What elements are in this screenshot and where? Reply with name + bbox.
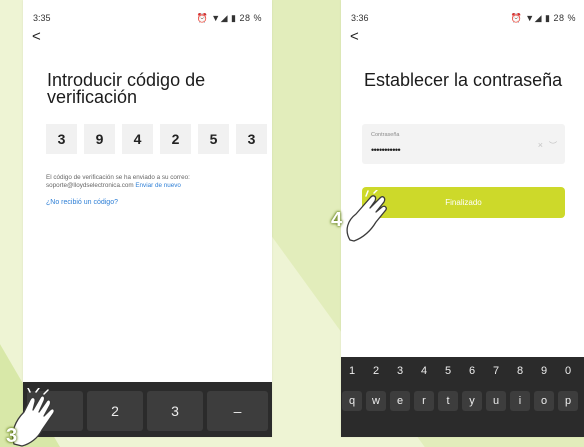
key-2[interactable]: 2: [366, 365, 386, 377]
password-field[interactable]: Contraseña ••••••••••• × ︶: [362, 124, 565, 164]
keyboard: 1 2 3 4 5 6 7 8 9 0 q w e r t y u i o p: [341, 357, 584, 437]
key-u[interactable]: u: [486, 391, 506, 411]
key-9[interactable]: 9: [534, 365, 554, 377]
code-digit-4[interactable]: 2: [160, 124, 191, 154]
key-t[interactable]: t: [438, 391, 458, 411]
status-bar: 3:36 ⏰ ▼◢ ▮ 28 %: [351, 13, 576, 25]
step-4-badge: 4: [331, 209, 343, 231]
key-0[interactable]: 0: [558, 365, 578, 377]
key-p[interactable]: p: [558, 391, 578, 411]
password-input[interactable]: •••••••••••: [371, 145, 401, 155]
code-sent-message: El código de verificación se ha enviado …: [46, 174, 268, 190]
phone-screen-verification: 3:35 ⏰ ▼◢ ▮ 28 % < Introducir código de …: [23, 0, 272, 437]
status-icons: ⏰ ▼◢ ▮ 28 %: [510, 13, 576, 23]
key-1[interactable]: 1: [342, 365, 362, 377]
page-title: Establecer la contraseña: [364, 70, 563, 90]
key-8[interactable]: 8: [510, 365, 530, 377]
key-r[interactable]: r: [414, 391, 434, 411]
key-w[interactable]: w: [366, 391, 386, 411]
code-digit-2[interactable]: 9: [84, 124, 115, 154]
step-3-badge: 3: [6, 425, 18, 447]
status-time: 3:35: [33, 13, 51, 23]
back-chevron-icon[interactable]: <: [32, 29, 41, 44]
key-y[interactable]: y: [462, 391, 482, 411]
key-3[interactable]: 3: [390, 365, 410, 377]
clear-icon[interactable]: ×: [538, 140, 543, 150]
key-q[interactable]: q: [342, 391, 362, 411]
sent-email-line: soporte@lloydselectronica.com Enviar de …: [46, 182, 268, 190]
key-4[interactable]: 4: [414, 365, 434, 377]
not-received-link[interactable]: ¿No recibió un código?: [46, 199, 118, 206]
status-icons: ⏰ ▼◢ ▮ 28 %: [196, 13, 262, 23]
key-7[interactable]: 7: [486, 365, 506, 377]
page-title: Introducir código de verificación: [47, 70, 206, 107]
eye-icon[interactable]: ︶: [549, 140, 557, 151]
key-5[interactable]: 5: [438, 365, 458, 377]
keypad-key-3[interactable]: 3: [147, 391, 203, 431]
verification-code-input[interactable]: 3 9 4 2 5 3: [46, 124, 268, 154]
keypad-key-2[interactable]: 2: [87, 391, 143, 431]
password-label: Contraseña: [371, 132, 400, 138]
finish-button[interactable]: Finalizado: [362, 187, 565, 218]
keypad-key-minus[interactable]: –: [207, 391, 268, 431]
key-i[interactable]: i: [510, 391, 530, 411]
code-digit-1[interactable]: 3: [46, 124, 77, 154]
code-digit-5[interactable]: 5: [198, 124, 229, 154]
sent-email: soporte@lloydselectronica.com: [46, 182, 134, 189]
back-chevron-icon[interactable]: <: [350, 29, 359, 44]
sent-line: El código de verificación se ha enviado …: [46, 174, 190, 181]
key-e[interactable]: e: [390, 391, 410, 411]
status-time: 3:36: [351, 13, 369, 23]
pointing-hand-icon: [346, 190, 387, 242]
status-bar: 3:35 ⏰ ▼◢ ▮ 28 %: [33, 13, 262, 25]
key-o[interactable]: o: [534, 391, 554, 411]
code-digit-3[interactable]: 4: [122, 124, 153, 154]
code-digit-6[interactable]: 3: [236, 124, 267, 154]
key-6[interactable]: 6: [462, 365, 482, 377]
resend-link[interactable]: Enviar de nuevo: [135, 182, 181, 189]
